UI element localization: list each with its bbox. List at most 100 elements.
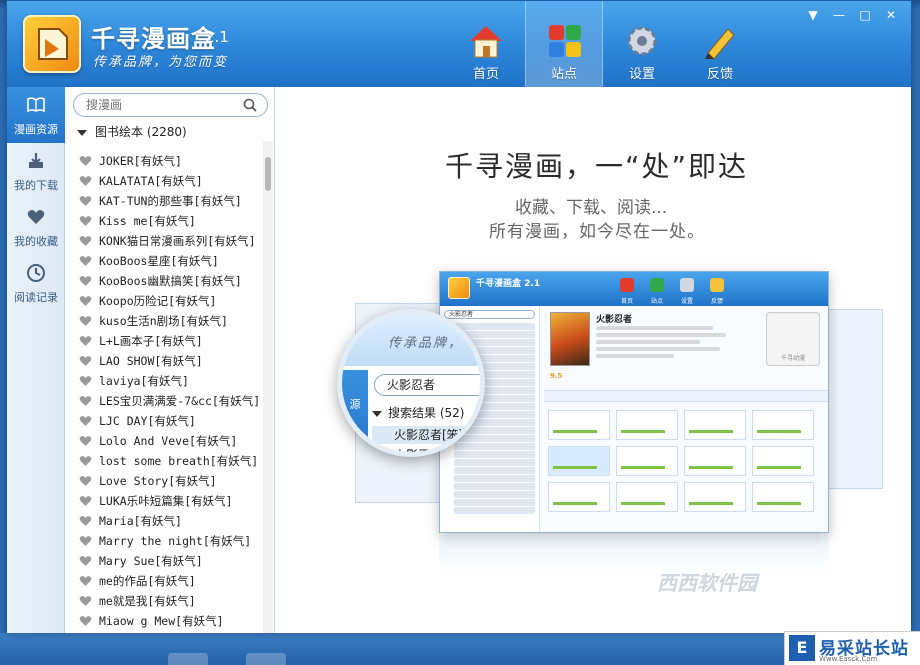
magnifier-lens: 传承品牌， 源 火影忍者 搜索结果 (52) 火影忍者[笨狗 火影忍者 (337, 309, 485, 457)
list-item-label: KONK猫日常漫画系列[有妖气] (99, 234, 256, 248)
preview-manga-name: 火影忍者 (596, 315, 633, 325)
home-icon (470, 26, 502, 58)
heart-icon[interactable] (79, 255, 92, 267)
list-item[interactable]: Lolo And Veve[有妖气] (65, 431, 263, 451)
logo-icon (38, 28, 68, 60)
list-item[interactable]: Kiss me[有妖气] (65, 211, 263, 231)
preview-card (616, 410, 678, 440)
heart-icon[interactable] (79, 295, 92, 307)
scrollbar-thumb[interactable] (265, 157, 271, 191)
app-window: 千寻漫画盒 2.1 传承品牌，为您而变 首页 站点 设置 反馈 ▼ — □ ✕ … (6, 0, 912, 633)
heart-icon[interactable] (79, 555, 92, 567)
heart-icon[interactable] (79, 415, 92, 427)
rail-manga-resources[interactable]: 漫画资源 (7, 87, 65, 143)
preview-list-line (454, 451, 535, 458)
list-item[interactable]: Marry the night[有妖气] (65, 531, 263, 551)
taskbar-button[interactable] (246, 653, 286, 665)
list-item[interactable]: me的作品[有妖气] (65, 571, 263, 591)
heart-icon[interactable] (79, 335, 92, 347)
list-item[interactable]: JOKER[有妖气] (65, 151, 263, 171)
preview-list-line (454, 467, 535, 474)
preview-card (684, 482, 746, 512)
preview-list-line (454, 491, 535, 498)
list-item[interactable]: laviya[有妖气] (65, 371, 263, 391)
heart-icon[interactable] (79, 395, 92, 407)
list-item[interactable]: L+L画本子[有妖气] (65, 331, 263, 351)
heart-icon[interactable] (79, 615, 92, 627)
list-item-label: Lolo And Veve[有妖气] (99, 434, 238, 448)
list-item[interactable]: KooBoos星座[有妖气] (65, 251, 263, 271)
main-nav: 首页 站点 设置 反馈 (447, 1, 759, 87)
heart-icon[interactable] (79, 355, 92, 367)
gear-icon (627, 26, 657, 56)
list-item-label: Marry the night[有妖气] (99, 534, 252, 548)
manga-list: JOKER[有妖气] KALATATA[有妖气] KAT-TUN的那些事[有妖气] K… (65, 141, 263, 633)
list-item[interactable]: Mary Sue[有妖气] (65, 551, 263, 571)
list-item[interactable]: KALATATA[有妖气] (65, 171, 263, 191)
preview-cover-image (550, 312, 590, 366)
list-item[interactable]: Maria[有妖气] (65, 511, 263, 531)
nav-feedback[interactable]: 反馈 (681, 1, 759, 87)
heart-icon[interactable] (79, 575, 92, 587)
rail-my-favorites[interactable]: 我的收藏 (7, 199, 65, 255)
clock-icon (27, 264, 45, 282)
nav-home[interactable]: 首页 (447, 1, 525, 87)
list-item[interactable]: KONK猫日常漫画系列[有妖气] (65, 231, 263, 251)
lens-search-field: 火影忍者 (374, 374, 480, 396)
taskbar-button[interactable] (168, 653, 208, 665)
nav-sites[interactable]: 站点 (525, 1, 603, 87)
nav-settings[interactable]: 设置 (603, 1, 681, 87)
list-item-label: LUKA乐咔短篇集[有妖气] (99, 494, 233, 508)
preview-detail: 火影忍者 9.5 千寻动漫 (544, 306, 828, 532)
heart-icon[interactable] (79, 175, 92, 187)
list-scrollbar[interactable] (263, 141, 273, 633)
heart-icon[interactable] (79, 475, 92, 487)
list-item[interactable]: LES宝贝满满爱-7&cc[有妖气] (65, 391, 263, 411)
heart-icon[interactable] (79, 235, 92, 247)
lens-result-item: 火影忍者[笨狗 (372, 426, 480, 444)
heart-icon[interactable] (79, 215, 92, 227)
heart-icon[interactable] (79, 155, 92, 167)
list-item[interactable]: me就是我[有妖气] (65, 591, 263, 611)
list-item[interactable]: LJC DAY[有妖气] (65, 411, 263, 431)
heart-icon[interactable] (79, 195, 92, 207)
minimize-button[interactable]: — (829, 7, 849, 23)
list-item[interactable]: kuso生活n剧场[有妖气] (65, 311, 263, 331)
list-item[interactable]: Miaow g Mew[有妖气] (65, 611, 263, 631)
heart-icon[interactable] (79, 455, 92, 467)
list-item-label: LES宝贝满满爱-7&cc[有妖气] (99, 394, 261, 408)
search-icon[interactable] (243, 98, 257, 112)
heart-icon[interactable] (79, 515, 92, 527)
heart-icon[interactable] (79, 595, 92, 607)
list-item[interactable]: Love Story[有妖气] (65, 471, 263, 491)
rail-reading-history[interactable]: 阅读记录 (7, 255, 65, 311)
heart-icon[interactable] (79, 275, 92, 287)
list-item-label: Love Story[有妖气] (99, 474, 217, 488)
list-item-label: me就是我[有妖气] (99, 594, 196, 608)
list-item[interactable]: LAO SHOW[有妖气] (65, 351, 263, 371)
close-button[interactable]: ✕ (881, 7, 901, 23)
list-item-partial[interactable] (65, 141, 263, 151)
preview-toolbar (544, 390, 828, 402)
preview-info-lines (596, 326, 726, 361)
list-item[interactable]: Koopo历险记[有妖气] (65, 291, 263, 311)
menu-dropdown-button[interactable]: ▼ (803, 7, 823, 23)
preview-header: 千寻漫画盒 2.1 首页 站点 设置 反馈 (440, 272, 828, 306)
list-item[interactable]: lost some breath[有妖气] (65, 451, 263, 471)
preview-card (548, 410, 610, 440)
list-item[interactable]: LUKA乐咔短篇集[有妖气] (65, 491, 263, 511)
rail-label: 我的下载 (14, 179, 58, 192)
list-item[interactable]: KAT-TUN的那些事[有妖气] (65, 191, 263, 211)
heart-icon[interactable] (79, 375, 92, 387)
heart-icon[interactable] (79, 535, 92, 547)
search-input[interactable] (86, 96, 236, 114)
list-item-label: lost some breath[有妖气] (99, 454, 259, 468)
heart-icon[interactable] (79, 315, 92, 327)
category-header[interactable]: 图书绘本 (2280) (65, 123, 275, 141)
preview-title: 千寻漫画盒 2.1 (476, 279, 541, 289)
maximize-button[interactable]: □ (855, 7, 875, 23)
rail-my-downloads[interactable]: 我的下载 (7, 143, 65, 199)
heart-icon[interactable] (79, 435, 92, 447)
list-item[interactable]: KooBoos幽默搞笑[有妖气] (65, 271, 263, 291)
heart-icon[interactable] (79, 495, 92, 507)
